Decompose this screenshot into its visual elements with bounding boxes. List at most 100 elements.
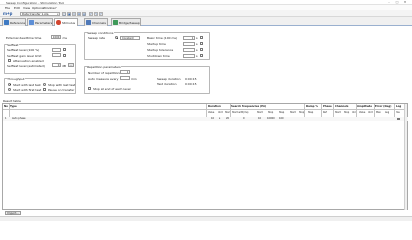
tab-reference[interactable]: Reference — [2, 17, 26, 26]
sweep-rate-radio[interactable] — [115, 36, 118, 39]
basic-time-input[interactable]: 1 — [183, 35, 195, 40]
col-error: Error (Deg) — [375, 105, 392, 108]
row-fstart: 10 — [258, 117, 262, 121]
sweep-conditions-title: Sweep conditions — [86, 31, 115, 35]
paste-icon[interactable]: ▤ — [82, 11, 86, 16]
auto-measure-input[interactable] — [120, 76, 130, 80]
shutdown-time-unit: s — [196, 54, 198, 58]
sub-fstep: Step — [279, 110, 285, 114]
stimulus-icon — [56, 20, 61, 25]
startup-time-label: Startup time — [147, 42, 166, 46]
col-duration: Duration — [208, 105, 221, 108]
repetition-count-label: Number of repetitions — [88, 70, 121, 75]
tab-stimulus[interactable]: Stimulus — [54, 17, 78, 26]
sub-avg: Avg — [385, 110, 390, 114]
maximize-button[interactable]: □ — [394, 0, 400, 5]
col-type: Type — [10, 105, 17, 108]
stop-each-level-checkbox[interactable] — [88, 87, 91, 90]
attenuation-checkbox[interactable] — [8, 58, 11, 62]
redo-icon[interactable]: ↷ — [94, 11, 98, 16]
repetition-count-input[interactable]: 1 — [120, 70, 130, 74]
external-deadtime-unit: ms — [62, 35, 68, 40]
open-icon[interactable]: □ — [62, 11, 66, 16]
pause-transfer-label: Pause on transfer — [48, 88, 75, 92]
start-first-radio[interactable] — [8, 88, 11, 91]
selftest-level-checkbox[interactable] — [63, 48, 66, 51]
import-button[interactable]: Import... — [5, 210, 21, 215]
tab-channels[interactable]: Channels — [84, 17, 108, 26]
sub-fstop: Stop — [268, 110, 274, 114]
sweep-rate-select[interactable]: Constant — [120, 35, 140, 40]
startup-tolerance-label: Startup tolerance — [147, 48, 174, 52]
config-select[interactable]: Data transfer 1.sta ▾ — [20, 11, 60, 16]
tab-bridge-sweep[interactable]: Bridge/Sweep — [111, 17, 141, 26]
result-table: No Type Duration Search frequencies (Hz)… — [2, 103, 408, 210]
bridge-sweep-icon — [113, 20, 118, 25]
external-deadtime-input[interactable]: 1000 — [51, 35, 61, 39]
sub-dstep: Step — [308, 110, 314, 114]
col-damp: Damp % — [306, 105, 318, 108]
svg-text:m+p: m+p — [3, 11, 13, 16]
startup-tolerance-input[interactable] — [183, 47, 195, 52]
start-last-radio[interactable] — [8, 82, 11, 86]
sweep-conditions-group: Sweep conditions Sweep rate Constant Bas… — [84, 31, 210, 60]
row-log-checkbox[interactable] — [397, 117, 400, 121]
repetition-title: Repetition parameters — [86, 65, 122, 69]
stop-each-level-label: Stop at end of each level — [93, 87, 131, 91]
save-icon[interactable]: ▣ — [67, 11, 71, 16]
basic-time-label: Basic time (100 ms) — [147, 36, 178, 40]
copy-icon[interactable]: ⧉ — [77, 11, 81, 16]
row-startwith: 0 — [243, 117, 245, 121]
sub-unit: Unit — [218, 110, 223, 114]
start-first-label: Start with first test — [13, 88, 42, 92]
startup-time-input[interactable] — [183, 41, 195, 46]
selftest-title: Selftest — [6, 43, 20, 47]
table-scrollbar[interactable] — [404, 104, 407, 210]
auto-measure-label: Auto measure every — [88, 76, 119, 81]
throughput-title: Throughput — [6, 77, 26, 81]
reference-icon — [4, 20, 9, 25]
pause-transfer-checkbox[interactable] — [43, 88, 46, 91]
stop-last-radio[interactable] — [43, 82, 46, 86]
window-title: Sweep Configuration - Stimulation Tool — [6, 0, 65, 5]
startup-time-checkbox[interactable] — [200, 42, 203, 45]
startup-tolerance-unit: s — [196, 48, 198, 52]
row-type: Auto phase — [12, 117, 26, 121]
sub-aunit: Unit — [368, 110, 373, 114]
sub-startwith: Start with(ms) — [232, 110, 249, 114]
close-button[interactable]: ✕ — [402, 0, 408, 5]
channels-icon — [86, 20, 91, 25]
selftest-gain-checkbox[interactable] — [63, 53, 66, 57]
test-duration-label: Test duration — [157, 82, 177, 86]
col-channels: Channels — [335, 105, 349, 108]
selftest-gain-input[interactable] — [52, 53, 61, 57]
help-icon[interactable]: ? — [99, 11, 103, 16]
app-logo-icon: m+p — [3, 11, 13, 16]
auto-measure-unit: min — [131, 76, 137, 81]
throughput-group: Throughput Start with last test Stop wit… — [4, 77, 76, 94]
parameters-icon — [29, 20, 34, 25]
row-fstop: 10000 — [267, 117, 275, 121]
shutdown-time-input[interactable] — [183, 53, 195, 58]
sub-yes: Yes — [396, 110, 400, 114]
sub-ref: Ref — [323, 110, 327, 114]
basic-time-checkbox[interactable] — [200, 36, 203, 39]
basic-time-unit: s — [196, 36, 198, 40]
cut-icon[interactable]: ✂ — [72, 11, 76, 16]
selftest-level-input[interactable] — [52, 47, 61, 52]
selftest-level-label: Selftest level (100 %) — [7, 48, 40, 52]
undo-icon[interactable]: ↶ — [89, 11, 93, 16]
stop-last-label: Stop with last test — [48, 82, 76, 87]
shutdown-time-checkbox[interactable] — [200, 54, 203, 57]
tab-reference-label: Reference — [10, 20, 26, 25]
selftest-estimated-input[interactable]: 0 — [52, 63, 61, 67]
table-row[interactable] — [3, 117, 408, 121]
estimate-button[interactable]: ... — [68, 63, 74, 68]
tab-parameters[interactable]: Parameters — [27, 17, 53, 26]
start-last-label: Start with last test — [13, 82, 41, 87]
selftest-estimated-label: Selftest level (estimated) — [7, 63, 45, 68]
startup-tolerance-checkbox[interactable] — [200, 48, 203, 51]
minimize-button[interactable]: – — [386, 0, 392, 5]
sub-fstart: Start — [257, 110, 263, 114]
row-no: 1 — [5, 117, 7, 121]
